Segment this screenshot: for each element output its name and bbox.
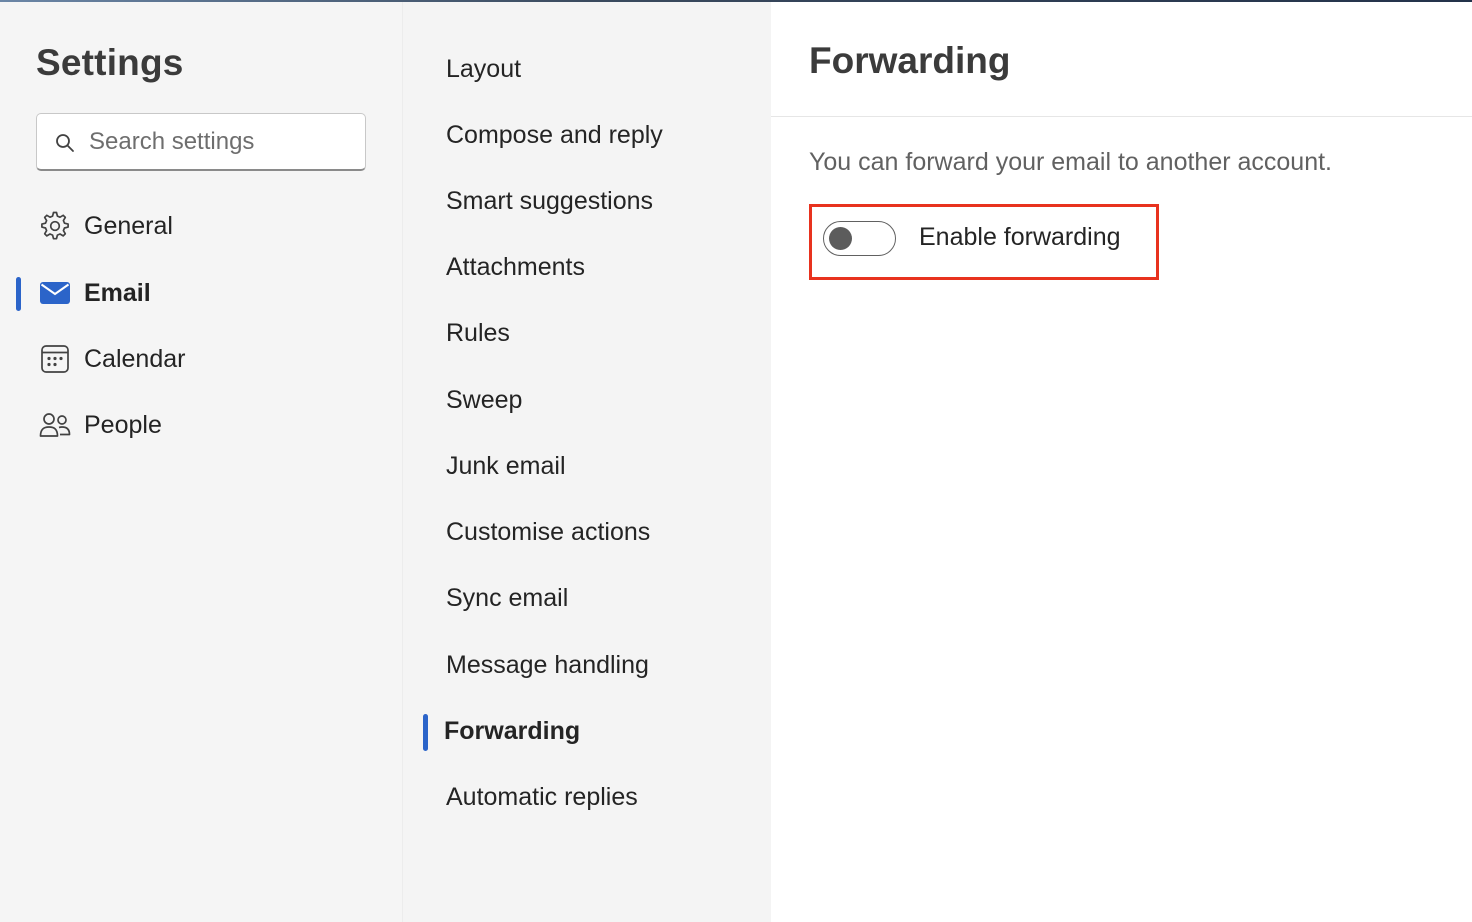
nav-item-calendar[interactable]: Calendar — [0, 333, 402, 385]
nav-label-general: General — [84, 211, 173, 240]
settings-sidebar: Settings General — [0, 2, 402, 922]
settings-window: Settings General — [0, 0, 1472, 922]
email-settings-list: Layout Compose and reply Smart suggestio… — [402, 2, 771, 922]
nav-label-email: Email — [84, 278, 151, 307]
subnav-label: Forwarding — [444, 717, 581, 745]
subnav-item-junk-email[interactable]: Junk email — [403, 440, 771, 492]
subnav-label: Rules — [446, 319, 510, 347]
nav-item-people[interactable]: People — [0, 399, 402, 451]
calendar-icon — [38, 342, 72, 376]
subnav-label: Attachments — [446, 253, 585, 281]
subnav-label: Message handling — [446, 651, 649, 679]
subnav-item-attachments[interactable]: Attachments — [403, 241, 771, 293]
search-box[interactable] — [36, 113, 366, 171]
search-icon — [55, 133, 75, 153]
subnav-label: Smart suggestions — [446, 187, 654, 215]
nav-item-email[interactable]: Email — [0, 267, 402, 319]
subnav-item-forwarding[interactable]: Forwarding — [403, 705, 771, 757]
subnav-item-layout[interactable]: Layout — [403, 43, 771, 95]
subnav-item-message-handling[interactable]: Message handling — [403, 639, 771, 691]
enable-forwarding-toggle[interactable] — [823, 221, 896, 256]
subnav-item-customise-actions[interactable]: Customise actions — [403, 506, 771, 558]
people-icon — [38, 408, 72, 442]
subnav-item-sync-email[interactable]: Sync email — [403, 572, 771, 624]
subnav-item-smart-suggestions[interactable]: Smart suggestions — [403, 175, 771, 227]
active-indicator — [423, 714, 428, 751]
subnav-label: Customise actions — [446, 518, 651, 546]
subnav-item-automatic-replies[interactable]: Automatic replies — [403, 771, 771, 823]
subnav-item-rules[interactable]: Rules — [403, 307, 771, 359]
settings-title: Settings — [36, 42, 184, 83]
subnav-item-compose-and-reply[interactable]: Compose and reply — [403, 109, 771, 161]
nav-label-calendar: Calendar — [84, 344, 186, 373]
active-indicator — [16, 277, 21, 311]
enable-forwarding-label[interactable]: Enable forwarding — [919, 223, 1121, 252]
subnav-label: Layout — [446, 55, 522, 83]
subnav-label: Compose and reply — [446, 121, 663, 149]
subnav-label: Sweep — [446, 386, 523, 414]
forwarding-panel: Forwarding You can forward your email to… — [771, 2, 1472, 922]
mail-icon — [38, 276, 72, 310]
forwarding-description: You can forward your email to another ac… — [809, 148, 1332, 176]
nav-label-people: People — [84, 410, 162, 439]
subnav-label: Automatic replies — [446, 783, 638, 811]
gear-icon — [38, 209, 72, 243]
subnav-label: Sync email — [446, 584, 569, 612]
nav-item-general[interactable]: General — [0, 200, 402, 252]
toggle-knob — [829, 227, 852, 250]
subnav-label: Junk email — [446, 452, 566, 480]
search-input[interactable] — [89, 124, 349, 160]
page-title: Forwarding — [809, 40, 1011, 81]
subnav-item-sweep[interactable]: Sweep — [403, 374, 771, 426]
panel-header: Forwarding — [771, 2, 1472, 117]
